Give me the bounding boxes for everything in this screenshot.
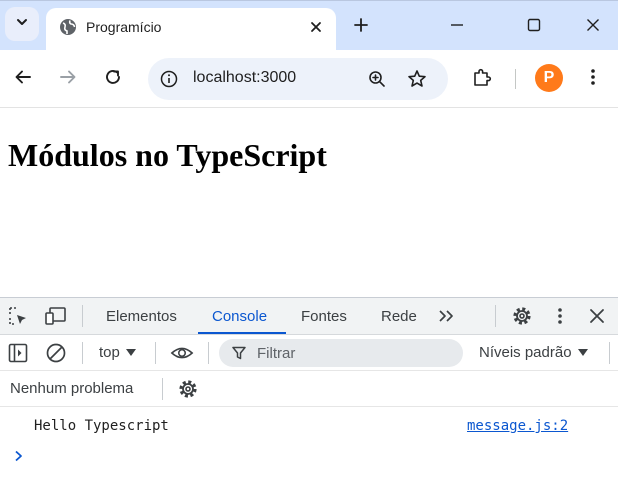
live-expression-eye-icon[interactable] xyxy=(170,341,194,365)
tab-fontes[interactable]: Fontes xyxy=(301,308,347,325)
page-viewport: Módulos no TypeScript xyxy=(0,109,618,297)
arrow-left-icon xyxy=(14,68,32,91)
sidebar-toggle-icon[interactable] xyxy=(6,341,30,365)
console-output: Hello Typescript message.js:2 xyxy=(0,407,618,477)
browser-tab-active[interactable]: Programício xyxy=(46,8,336,51)
console-message: Hello Typescript message.js:2 xyxy=(0,407,618,445)
customize-menu-icon[interactable] xyxy=(548,304,572,328)
new-tab-button[interactable] xyxy=(350,14,372,36)
filter-input[interactable]: Filtrar xyxy=(219,339,463,367)
console-settings-gear-icon[interactable] xyxy=(176,377,200,401)
close-devtools-icon[interactable] xyxy=(585,304,609,328)
context-selector[interactable]: top xyxy=(99,344,136,361)
puzzle-icon xyxy=(472,67,492,92)
zoom-icon[interactable] xyxy=(366,68,388,90)
log-levels-label: Níveis padrão xyxy=(479,344,572,361)
toolbar-divider xyxy=(208,342,209,364)
profile-avatar[interactable]: P xyxy=(535,64,563,92)
close-window-button[interactable] xyxy=(582,14,604,36)
tab-elementos[interactable]: Elementos xyxy=(106,308,177,325)
console-toolbar: top Filtrar Níveis padrão xyxy=(0,335,618,371)
globe-icon xyxy=(59,18,77,36)
active-tab-indicator xyxy=(198,332,286,334)
back-button[interactable] xyxy=(11,67,35,91)
devtools-panel: Elementos Console Fontes Rede top Filtra… xyxy=(0,297,618,477)
chevron-down-icon xyxy=(15,15,29,34)
close-tab-icon[interactable] xyxy=(306,17,326,37)
reload-button[interactable] xyxy=(101,67,125,91)
settings-gear-icon[interactable] xyxy=(510,304,534,328)
forward-button[interactable] xyxy=(56,67,80,91)
address-bar[interactable]: localhost:3000 xyxy=(148,58,448,100)
devtools-tab-bar: Elementos Console Fontes Rede xyxy=(0,298,618,335)
context-value: top xyxy=(99,344,120,361)
tab-divider xyxy=(82,305,83,327)
filter-placeholder: Filtrar xyxy=(257,345,296,362)
console-message-text: Hello Typescript xyxy=(34,418,169,434)
inspect-element-icon[interactable] xyxy=(6,304,30,328)
console-source-link[interactable]: message.js:2 xyxy=(467,418,568,434)
console-prompt-chevron-icon[interactable] xyxy=(12,448,24,464)
browser-toolbar: localhost:3000 P xyxy=(0,50,618,108)
address-url: localhost:3000 xyxy=(193,69,297,86)
extensions-button[interactable] xyxy=(470,67,494,91)
page-heading: Módulos no TypeScript xyxy=(8,137,327,173)
bookmark-star-icon[interactable] xyxy=(406,68,428,90)
more-tabs-icon[interactable] xyxy=(435,304,459,328)
tab-search-button[interactable] xyxy=(5,7,39,41)
avatar-letter: P xyxy=(543,69,555,86)
caret-down-icon xyxy=(125,344,136,361)
tab-console[interactable]: Console xyxy=(212,308,267,325)
maximize-window-button[interactable] xyxy=(523,14,545,36)
arrow-right-icon xyxy=(59,68,77,91)
tab-title: Programício xyxy=(86,19,162,35)
device-toolbar-icon[interactable] xyxy=(44,304,68,328)
filter-funnel-icon xyxy=(231,345,247,361)
tab-rede[interactable]: Rede xyxy=(381,308,417,325)
log-levels-dropdown[interactable]: Níveis padrão xyxy=(479,344,588,361)
tab-strip: Programício xyxy=(0,0,618,51)
caret-down-icon xyxy=(577,344,588,361)
toolbar-divider xyxy=(609,342,610,364)
toolbar-divider xyxy=(155,342,156,364)
browser-menu-button[interactable] xyxy=(583,67,603,91)
clear-console-icon[interactable] xyxy=(44,341,68,365)
more-vert-icon xyxy=(590,68,596,91)
reload-icon xyxy=(104,68,122,91)
minimize-window-button[interactable] xyxy=(446,14,468,36)
toolbar-divider xyxy=(162,378,163,400)
tab-divider xyxy=(495,305,496,327)
issues-bar: Nenhum problema xyxy=(0,371,618,407)
toolbar-divider xyxy=(82,342,83,364)
site-info-icon[interactable] xyxy=(158,68,180,90)
toolbar-divider xyxy=(515,69,516,89)
issues-count[interactable]: Nenhum problema xyxy=(10,380,133,397)
